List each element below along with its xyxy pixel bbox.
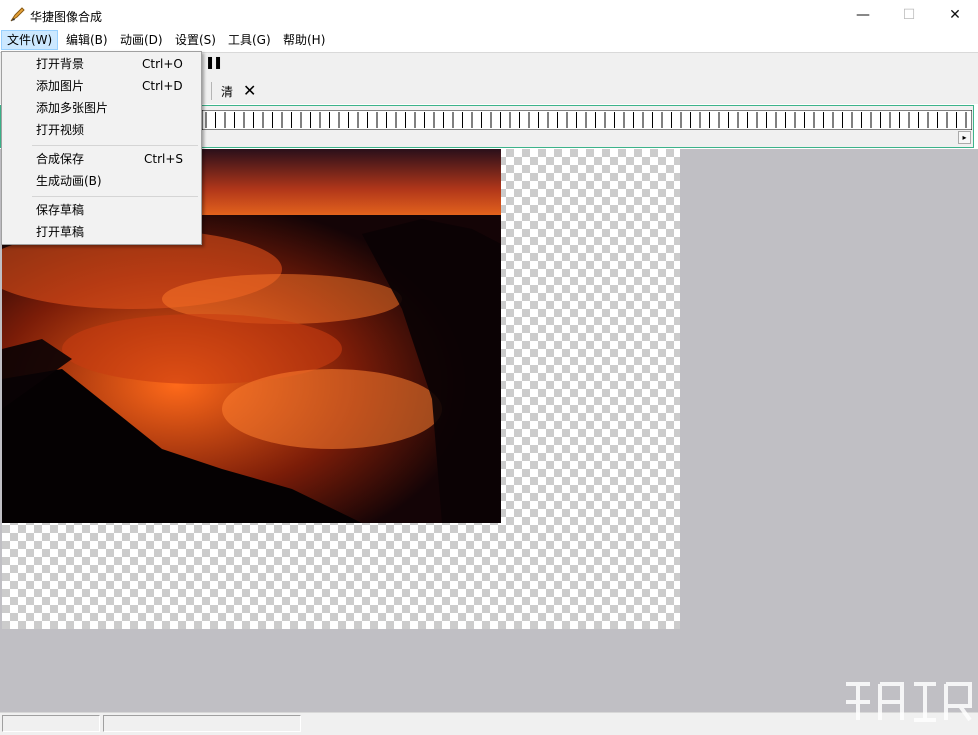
pause-button[interactable]: ❚❚ [205, 55, 223, 69]
menu-item-open-draft[interactable]: 打开草稿 [2, 221, 201, 243]
timeline-scrollbar[interactable] [202, 130, 972, 146]
menu-help[interactable]: 帮助(H) [278, 30, 330, 50]
toolbar-separator [211, 82, 212, 100]
window-title: 华捷图像合成 [30, 10, 103, 24]
status-panel-2 [103, 715, 301, 732]
menu-tools[interactable]: 工具(G) [223, 30, 276, 50]
menu-item-add-multiple-images[interactable]: 添加多张图片 [2, 97, 201, 119]
title-bar [0, 0, 978, 30]
menu-item-compose-save[interactable]: 合成保存 Ctrl+S [2, 148, 201, 170]
menu-settings[interactable]: 设置(S) [170, 30, 221, 50]
site-logo-watermark [846, 682, 972, 722]
menu-item-add-image[interactable]: 添加图片 Ctrl+D [2, 75, 201, 97]
menu-item-save-draft[interactable]: 保存草稿 [2, 199, 201, 221]
scroll-right-arrow-icon[interactable]: ▸ [958, 131, 971, 144]
clear-button[interactable]: 清 [221, 83, 233, 100]
maximize-button[interactable]: ☐ [886, 0, 932, 30]
timeline-frames[interactable] [202, 110, 972, 130]
menu-separator [32, 196, 198, 197]
delete-x-icon[interactable]: ✕ [243, 81, 256, 100]
close-button[interactable]: ✕ [932, 0, 978, 30]
menu-edit[interactable]: 编辑(B) [61, 30, 113, 50]
minimize-button[interactable]: — [840, 0, 886, 30]
menu-separator [32, 145, 198, 146]
menu-item-open-video[interactable]: 打开视频 [2, 119, 201, 141]
app-brush-icon [8, 6, 26, 24]
file-dropdown-menu: 打开背景 Ctrl+O 添加图片 Ctrl+D 添加多张图片 打开视频 合成保存… [1, 51, 202, 245]
status-panel-1 [2, 715, 100, 732]
menu-item-generate-animation[interactable]: 生成动画(B) [2, 170, 201, 192]
menu-file[interactable]: 文件(W) [1, 30, 59, 50]
menu-animation[interactable]: 动画(D) [115, 30, 168, 50]
menu-item-open-background[interactable]: 打开背景 Ctrl+O [2, 53, 201, 75]
